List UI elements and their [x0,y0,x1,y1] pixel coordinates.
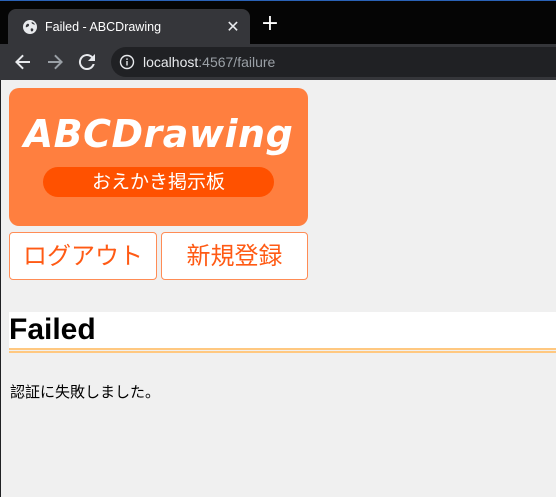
page-viewport: ABCDrawing おえかき掲示板 ログアウト 新規登録 Failed 認証に… [1,80,556,497]
logo-title: ABCDrawing [23,112,294,156]
back-icon[interactable] [11,50,35,74]
register-button[interactable]: 新規登録 [161,232,308,280]
heading-divider [9,351,556,353]
tab-active[interactable]: Failed - ABCDrawing ✕ [8,9,250,45]
page-title: Failed [9,313,96,346]
tab-title: Failed - ABCDrawing [45,20,162,34]
url-text[interactable]: localhost:4567/failure [143,53,275,71]
page-title-bar: Failed [9,312,556,348]
heading-divider [9,348,556,350]
forward-icon[interactable] [43,50,67,74]
close-icon[interactable]: ✕ [224,18,242,36]
info-icon[interactable] [119,54,135,70]
site-logo[interactable]: ABCDrawing おえかき掲示板 [9,88,308,226]
tab-strip: Failed - ABCDrawing ✕ + [0,0,556,45]
browser-toolbar: localhost:4567/failure [0,44,556,80]
logout-button[interactable]: ログアウト [9,232,157,280]
globe-icon [23,20,37,34]
url-host: localhost [143,54,199,70]
reload-icon[interactable] [75,50,99,74]
address-bar[interactable]: localhost:4567/failure [111,47,556,77]
error-message: 認証に失敗しました。 [10,383,161,401]
logo-subtitle: おえかき掲示板 [43,167,274,197]
plus-icon[interactable]: + [260,13,280,35]
url-path: :4567/failure [198,54,276,70]
